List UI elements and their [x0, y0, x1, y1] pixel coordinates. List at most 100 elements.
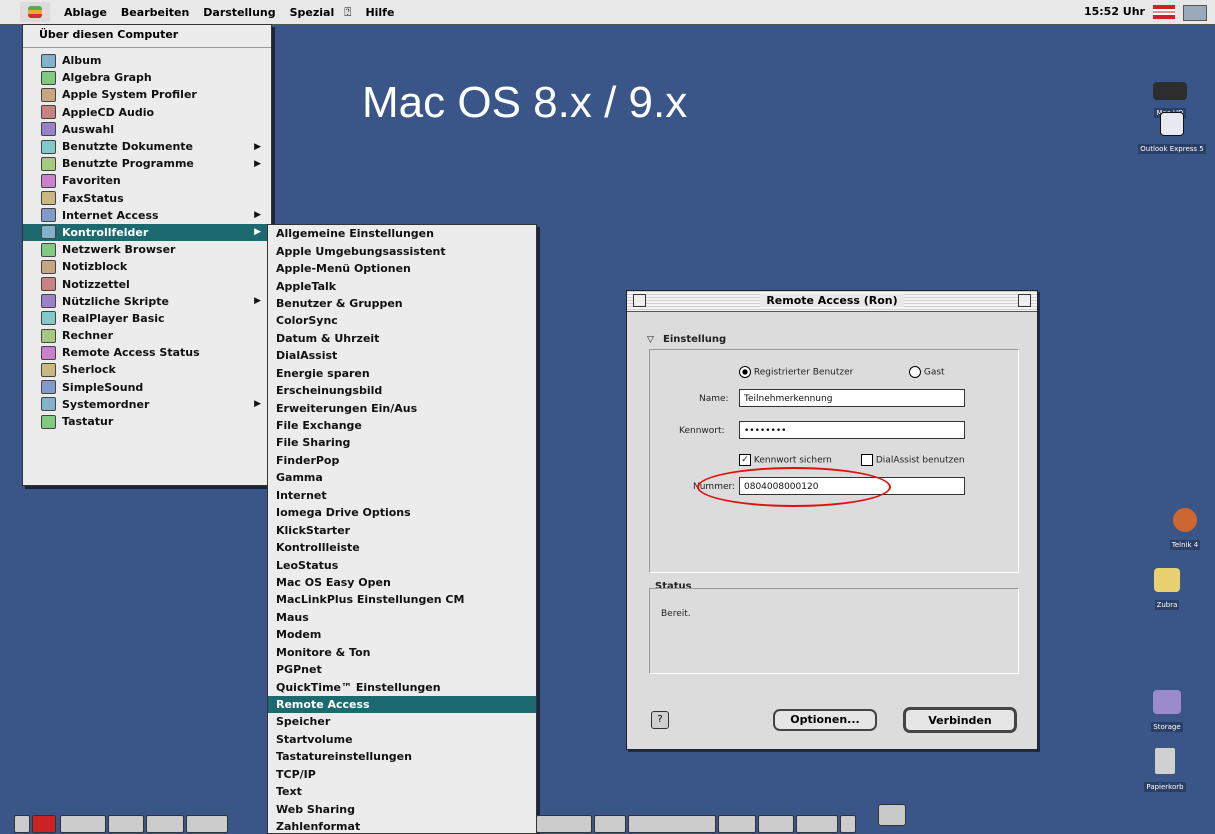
options-button[interactable]: Optionen...: [773, 709, 877, 731]
control-panel-item[interactable]: Datum & Uhrzeit: [268, 330, 536, 347]
application-menu-icon[interactable]: [1183, 5, 1207, 21]
icon-label: Telnik 4: [1169, 540, 1201, 550]
apple-menu-item-album[interactable]: Album: [23, 52, 271, 69]
apple-menu-item-n-tzliche-skripte[interactable]: Nützliche Skripte ▶: [23, 293, 271, 310]
control-panel-item[interactable]: Kontrollleiste: [268, 539, 536, 556]
control-panel-item[interactable]: DialAssist: [268, 347, 536, 364]
help-icon[interactable]: ⍰: [344, 5, 351, 20]
control-panel-item[interactable]: Erscheinungsbild: [268, 382, 536, 399]
printer-icon[interactable]: [594, 815, 626, 833]
control-panel-item[interactable]: Internet: [268, 487, 536, 504]
control-panel-item[interactable]: MacLinkPlus Einstellungen CM: [268, 591, 536, 608]
control-panel-item[interactable]: KlickStarter: [268, 521, 536, 538]
control-panel-item[interactable]: Allgemeine Einstellungen: [268, 225, 536, 242]
collapse-box-icon[interactable]: [1018, 294, 1031, 307]
control-panel-item[interactable]: QuickTime™ Einstellungen: [268, 678, 536, 695]
apple-menu-item-benutzte-dokumente[interactable]: Benutzte Dokumente ▶: [23, 138, 271, 155]
apple-menu-item-remote-access-status[interactable]: Remote Access Status: [23, 344, 271, 361]
apple-menu-item-netzwerk-browser[interactable]: Netzwerk Browser: [23, 241, 271, 258]
apple-menu-item-systemordner[interactable]: Systemordner ▶: [23, 396, 271, 413]
submenu-arrow-icon: ▶: [254, 141, 261, 152]
radio-guest[interactable]: Gast: [909, 366, 945, 378]
control-panel-item[interactable]: Apple Umgebungsassistent: [268, 242, 536, 259]
apple-menu-item-algebra-graph[interactable]: Algebra Graph: [23, 69, 271, 86]
energy-saver-icon[interactable]: [758, 815, 794, 833]
menu-bearbeiten[interactable]: Bearbeiten: [121, 6, 189, 19]
control-panel-item[interactable]: ColorSync: [268, 312, 536, 329]
control-panel-item[interactable]: File Sharing: [268, 434, 536, 451]
cd-player-icon[interactable]: [146, 815, 184, 833]
connect-button[interactable]: Verbinden: [903, 707, 1017, 733]
control-panel-item[interactable]: Energie sparen: [268, 365, 536, 382]
control-panel-item[interactable]: Iomega Drive Options: [268, 504, 536, 521]
sound-icon[interactable]: [60, 815, 106, 833]
apple-menu-item-favoriten[interactable]: Favoriten: [23, 172, 271, 189]
control-panel-item[interactable]: Startvolume: [268, 731, 536, 748]
apple-menu-item-apple-system-profiler[interactable]: Apple System Profiler: [23, 86, 271, 103]
apple-menu-item-notizblock[interactable]: Notizblock: [23, 258, 271, 275]
control-panel-item[interactable]: Monitore & Ton: [268, 644, 536, 661]
control-panel-item[interactable]: TCP/IP: [268, 766, 536, 783]
apple-menu-item-tastatur[interactable]: Tastatur: [23, 413, 271, 430]
name-field[interactable]: Teilnehmerkennung: [739, 389, 965, 407]
radio-registered-user[interactable]: Registrierter Benutzer: [739, 366, 853, 378]
desktop-icon-telnik[interactable]: Telnik 4: [1160, 508, 1210, 551]
control-panel-item[interactable]: Remote Access: [268, 695, 536, 714]
monitor-resolution-icon[interactable]: [628, 815, 716, 833]
save-password-checkbox[interactable]: ✓ Kennwort sichern: [739, 454, 832, 466]
apple-menu-item-simplesound[interactable]: SimpleSound: [23, 379, 271, 396]
control-panel-item[interactable]: Gamma: [268, 469, 536, 486]
remote-access-strip-icon[interactable]: [536, 815, 592, 833]
control-panel-item[interactable]: Mac OS Easy Open: [268, 574, 536, 591]
location-icon[interactable]: [186, 815, 228, 833]
control-panel-item[interactable]: LeoStatus: [268, 556, 536, 573]
about-this-computer[interactable]: Über diesen Computer: [23, 25, 271, 45]
menu-ablage[interactable]: Ablage: [64, 6, 107, 19]
web-sharing-icon[interactable]: [796, 815, 838, 833]
menu-item-label: Tastatur: [62, 415, 114, 429]
desktop-icon-storage[interactable]: Storage: [1142, 690, 1192, 733]
control-panel-item[interactable]: Speicher: [268, 713, 536, 730]
disk-icon[interactable]: [878, 804, 906, 826]
disclosure-triangle-icon[interactable]: ▽: [647, 335, 654, 345]
menu-hilfe[interactable]: Hilfe: [365, 6, 394, 19]
menu-spezial[interactable]: Spezial: [290, 6, 335, 19]
apple-menu-item-applecd-audio[interactable]: AppleCD Audio: [23, 104, 271, 121]
use-dialassist-checkbox[interactable]: DialAssist benutzen: [861, 454, 965, 466]
apple-menu-item-notizzettel[interactable]: Notizzettel: [23, 275, 271, 292]
control-panel-item[interactable]: PGPnet: [268, 661, 536, 678]
control-panel-item[interactable]: Tastatureinstellungen: [268, 748, 536, 765]
control-panel-item[interactable]: File Exchange: [268, 417, 536, 434]
keyboard-flag-icon[interactable]: [1153, 5, 1175, 19]
clock[interactable]: 15:52 Uhr: [1084, 5, 1145, 18]
control-panel-item[interactable]: Maus: [268, 609, 536, 626]
apple-menu-item-internet-access[interactable]: Internet Access ▶: [23, 207, 271, 224]
apple-menu-item-benutzte-programme[interactable]: Benutzte Programme ▶: [23, 155, 271, 172]
strip-end-icon[interactable]: [840, 815, 856, 833]
control-panel-item[interactable]: AppleTalk: [268, 277, 536, 294]
desktop-icon-zubra[interactable]: Zubra: [1142, 568, 1192, 611]
file-sharing-icon[interactable]: [108, 815, 144, 833]
appletalk-icon[interactable]: [718, 815, 756, 833]
control-panel-item[interactable]: Benutzer & Gruppen: [268, 295, 536, 312]
apple-menu-item-realplayer-basic[interactable]: RealPlayer Basic: [23, 310, 271, 327]
menu-item-icon: [41, 87, 56, 102]
apple-menu-item-auswahl[interactable]: Auswahl: [23, 121, 271, 138]
menu-darstellung[interactable]: Darstellung: [203, 6, 275, 19]
control-panel-item[interactable]: FinderPop: [268, 452, 536, 469]
window-titlebar[interactable]: Remote Access (Ron): [627, 291, 1037, 312]
help-button-icon[interactable]: ?: [651, 711, 669, 729]
desktop-icon-trash[interactable]: Papierkorb: [1140, 748, 1190, 793]
control-panel-item[interactable]: Apple-Menü Optionen: [268, 260, 536, 277]
control-panel-item[interactable]: Erweiterungen Ein/Aus: [268, 399, 536, 416]
desktop-icon-outlook[interactable]: Outlook Express 5: [1132, 112, 1212, 155]
password-field[interactable]: ••••••••: [739, 421, 965, 439]
apple-menu-item-rechner[interactable]: Rechner: [23, 327, 271, 344]
control-panel-item[interactable]: Modem: [268, 626, 536, 643]
monitor-bit-depth-icon[interactable]: [32, 815, 56, 833]
strip-tab-icon[interactable]: [14, 815, 30, 833]
apple-menu-button[interactable]: [20, 2, 50, 22]
apple-menu-item-faxstatus[interactable]: FaxStatus: [23, 190, 271, 207]
apple-menu-item-kontrollfelder[interactable]: Kontrollfelder ▶: [23, 223, 271, 242]
apple-menu-item-sherlock[interactable]: Sherlock: [23, 361, 271, 378]
